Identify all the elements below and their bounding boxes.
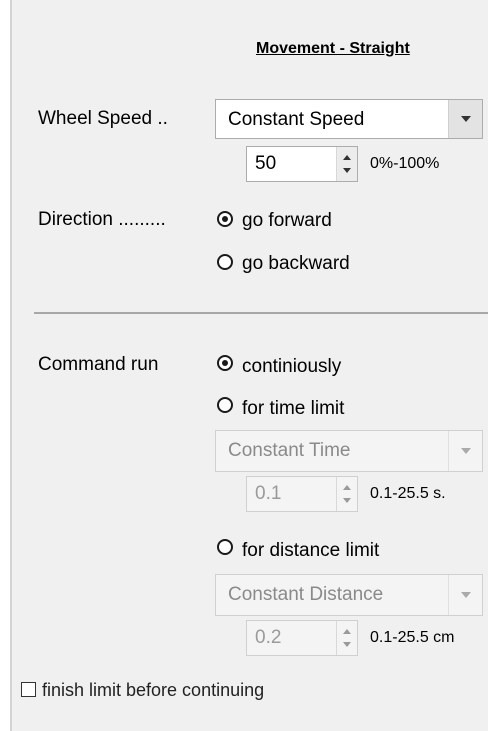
spin-down-icon[interactable]	[343, 168, 351, 173]
distance-stepper[interactable]: 0.2	[246, 620, 358, 656]
distance-dropdown-button[interactable]	[448, 575, 482, 615]
distance-range: 0.1-25.5 cm	[370, 629, 455, 646]
go-forward-label[interactable]: go forward	[242, 209, 332, 233]
wheel-speed-spin-buttons[interactable]	[336, 147, 357, 181]
radio-go-forward[interactable]	[217, 211, 233, 227]
radio-go-backward[interactable]	[217, 254, 233, 270]
continiously-label[interactable]: continiously	[242, 355, 341, 379]
spin-up-icon[interactable]	[343, 485, 351, 490]
time-dropdown-button[interactable]	[448, 431, 482, 471]
radio-for-time-limit[interactable]	[217, 397, 233, 413]
wheel-speed-mode-value: Constant Speed	[228, 109, 365, 130]
window-left-edge	[0, 0, 10, 731]
wheel-speed-dropdown-button[interactable]	[448, 100, 482, 138]
distance-mode-value: Constant Distance	[228, 584, 384, 605]
panel-title: Movement - Straight	[256, 40, 410, 57]
direction-label: Direction .........	[38, 209, 166, 230]
distance-mode-dropdown[interactable]: Constant Distance	[215, 574, 483, 616]
time-value: 0.1	[255, 483, 282, 504]
distance-spin-buttons[interactable]	[336, 621, 357, 655]
chevron-down-icon	[460, 116, 471, 122]
radio-for-distance-limit[interactable]	[217, 539, 233, 555]
chevron-down-icon	[460, 592, 471, 598]
wheel-speed-value: 50	[255, 153, 277, 174]
spin-down-icon[interactable]	[343, 498, 351, 503]
go-backward-label[interactable]: go backward	[242, 252, 350, 276]
spin-down-icon[interactable]	[343, 642, 351, 647]
time-mode-value: Constant Time	[228, 440, 351, 461]
wheel-speed-range: 0%-100%	[370, 155, 440, 172]
wheel-speed-label: Wheel Speed ..	[38, 108, 168, 129]
spin-up-icon[interactable]	[343, 155, 351, 160]
wheel-speed-mode-dropdown[interactable]: Constant Speed	[215, 99, 483, 139]
wheel-speed-stepper[interactable]: 50	[246, 146, 358, 182]
command-run-label: Command run	[38, 354, 159, 375]
radio-continiously[interactable]	[217, 355, 233, 371]
panel-border	[10, 0, 12, 731]
for-distance-limit-label[interactable]: for distance limit	[242, 539, 379, 563]
section-divider	[34, 312, 488, 314]
time-stepper[interactable]: 0.1	[246, 476, 358, 512]
chevron-down-icon	[460, 448, 471, 454]
finish-limit-checkbox[interactable]	[21, 682, 36, 697]
finish-limit-label[interactable]: finish limit before continuing	[42, 678, 264, 702]
distance-value: 0.2	[255, 627, 282, 648]
for-time-limit-label[interactable]: for time limit	[242, 397, 344, 421]
time-spin-buttons[interactable]	[336, 477, 357, 511]
time-mode-dropdown[interactable]: Constant Time	[215, 430, 483, 472]
spin-up-icon[interactable]	[343, 629, 351, 634]
time-range: 0.1-25.5 s.	[370, 485, 446, 502]
